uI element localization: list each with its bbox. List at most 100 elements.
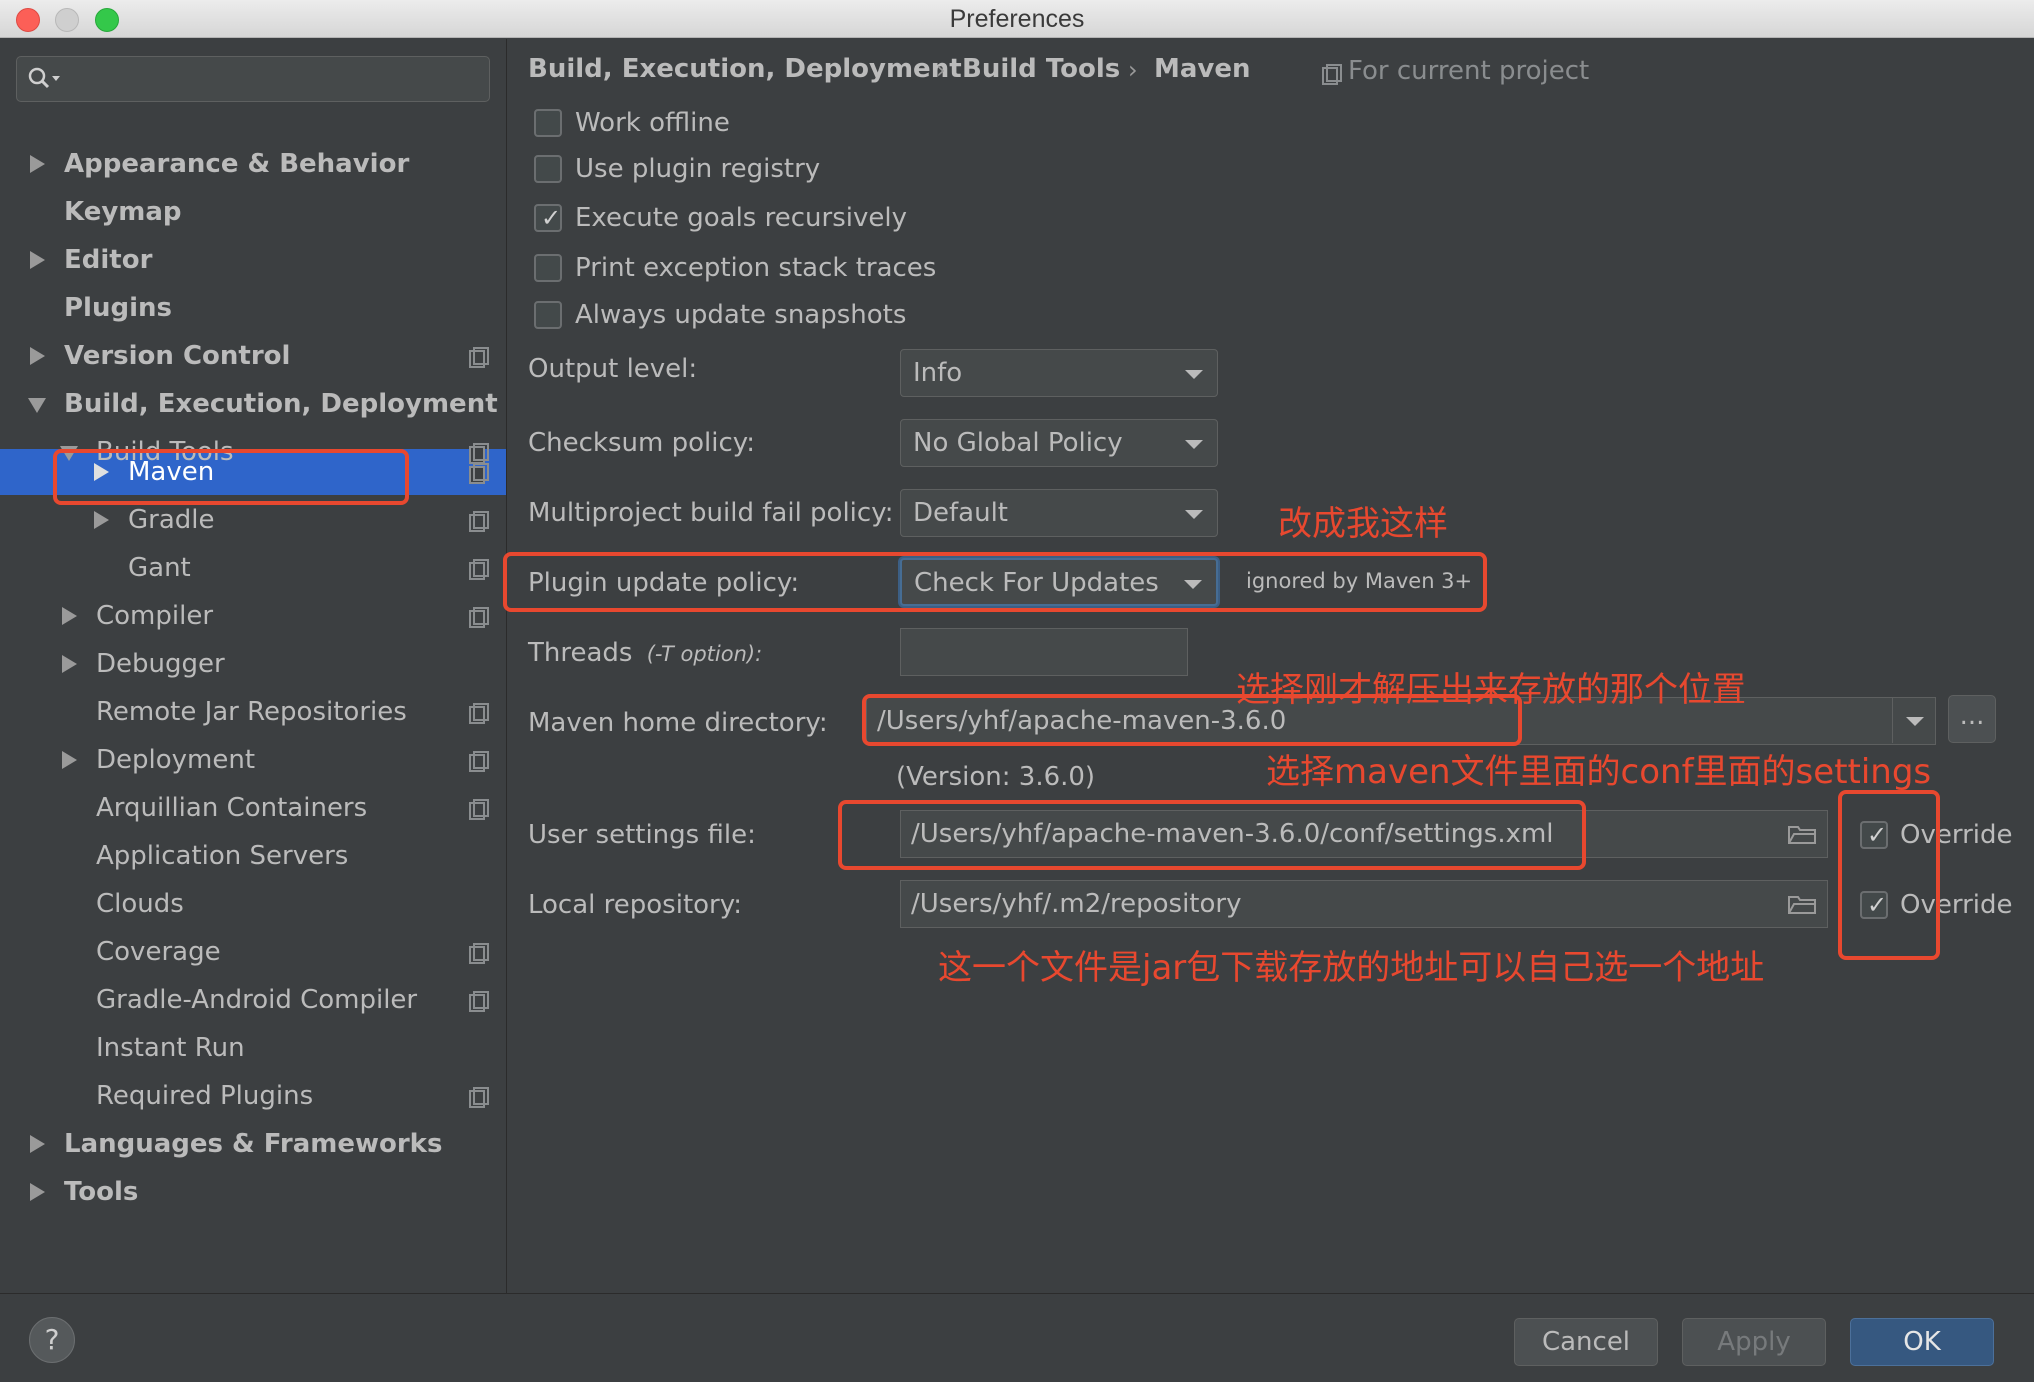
annotation-choose-unzip-location: 选择刚才解压出来存放的那个位置 xyxy=(1236,670,1746,710)
tree-item-build-execution-deployment[interactable]: Build, Execution, Deployment xyxy=(0,381,498,427)
maven-home-label: Maven home directory: xyxy=(528,708,828,738)
project-scope-icon xyxy=(469,1087,489,1108)
multiproject-fail-policy-dropdown[interactable]: Default xyxy=(900,489,1218,537)
tree-item-label: Application Servers xyxy=(96,841,349,871)
annotation-choose-settings: 选择maven文件里面的conf里面的settings xyxy=(1266,752,1932,792)
tree-item-appearance-behavior[interactable]: Appearance & Behavior xyxy=(0,141,480,187)
tree-item-gant[interactable]: Gant xyxy=(0,545,506,591)
project-scope-icon xyxy=(469,991,489,1012)
execute-goals-recursively-checkbox[interactable]: ✓ Execute goals recursively xyxy=(534,201,934,235)
multiproject-fail-policy-label: Multiproject build fail policy: xyxy=(528,498,894,528)
project-scope-icon xyxy=(469,511,489,532)
tree-item-plugins[interactable]: Plugins xyxy=(0,285,480,331)
expand-arrow-icon[interactable] xyxy=(94,511,109,529)
settings-tree: Appearance & Behavior Keymap Editor Plug… xyxy=(0,39,507,1293)
project-scope-icon xyxy=(469,703,489,724)
tree-item-compiler[interactable]: Compiler xyxy=(0,593,506,639)
tree-item-deployment[interactable]: Deployment xyxy=(0,737,506,783)
work-offline-checkbox[interactable]: Work offline xyxy=(534,106,934,140)
chevron-down-icon xyxy=(1185,440,1203,449)
tree-item-label: Tools xyxy=(64,1177,139,1207)
apply-button[interactable]: Apply xyxy=(1682,1318,1826,1366)
threads-label: Threads (-T option): xyxy=(528,638,762,668)
partially-visible-panel xyxy=(2016,39,2034,1293)
maven-home-dropdown-button[interactable] xyxy=(1892,697,1936,743)
window-title: Preferences xyxy=(949,5,1085,33)
maven-version-label: (Version: 3.6.0) xyxy=(896,762,1096,792)
tree-item-remote-jar-repositories[interactable]: Remote Jar Repositories xyxy=(0,689,506,735)
tree-item-label: Gant xyxy=(128,553,191,583)
expand-arrow-icon[interactable] xyxy=(30,1183,45,1201)
threads-label-text: Threads xyxy=(528,638,633,668)
tree-item-gradle-android-compiler[interactable]: Gradle-Android Compiler xyxy=(0,977,506,1023)
checkbox-box[interactable] xyxy=(534,155,562,183)
local-repository-input[interactable]: /Users/yhf/.m2/repository xyxy=(900,880,1828,928)
tree-item-arquillian-containers[interactable]: Arquillian Containers xyxy=(0,785,506,831)
output-level-dropdown[interactable]: Info xyxy=(900,349,1218,397)
output-level-label: Output level: xyxy=(528,354,698,384)
tree-item-label: Compiler xyxy=(96,601,214,631)
tree-item-required-plugins[interactable]: Required Plugins xyxy=(0,1073,506,1119)
use-plugin-registry-checkbox[interactable]: Use plugin registry xyxy=(534,152,934,186)
print-exception-stack-traces-checkbox[interactable]: Print exception stack traces xyxy=(534,251,984,285)
annotation-jar-location: 这一个文件是jar包下载存放的地址可以自己选一个地址 xyxy=(938,948,1765,988)
tree-item-label: Plugins xyxy=(64,293,172,323)
ok-button[interactable]: OK xyxy=(1850,1318,1994,1366)
threads-input[interactable] xyxy=(900,628,1188,676)
tree-item-application-servers[interactable]: Application Servers xyxy=(0,833,480,879)
expand-arrow-icon[interactable] xyxy=(30,1135,45,1153)
title-bar: Preferences xyxy=(0,0,2034,38)
help-button[interactable]: ? xyxy=(29,1317,75,1363)
checkbox-box[interactable]: ✓ xyxy=(534,204,562,232)
tree-item-instant-run[interactable]: Instant Run xyxy=(0,1025,480,1071)
tree-item-label: Coverage xyxy=(96,937,221,967)
maven-home-browse-button[interactable]: ... xyxy=(1948,695,1996,743)
tree-item-clouds[interactable]: Clouds xyxy=(0,881,480,927)
scope-label: For current project xyxy=(1348,56,1590,86)
tree-item-coverage[interactable]: Coverage xyxy=(0,929,506,975)
tree-item-editor[interactable]: Editor xyxy=(0,237,480,283)
project-scope-icon xyxy=(469,607,489,628)
local-repository-label: Local repository: xyxy=(528,890,742,920)
breadcrumb-item-build-tools[interactable]: Build Tools xyxy=(962,54,1120,84)
project-scope-icon xyxy=(469,751,489,772)
tree-item-version-control[interactable]: Version Control xyxy=(0,333,506,379)
expand-arrow-icon[interactable] xyxy=(30,251,45,269)
breadcrumb-item-build-execution-deployment[interactable]: Build, Execution, Deployment xyxy=(528,54,962,84)
always-update-snapshots-checkbox[interactable]: Always update snapshots xyxy=(534,298,984,332)
dropdown-value: Default xyxy=(913,498,1008,528)
expand-arrow-icon[interactable] xyxy=(30,155,45,173)
checkbox-label: Print exception stack traces xyxy=(575,253,937,283)
breadcrumb-separator: › xyxy=(1128,56,1138,84)
annotation-box-plugin-update-policy xyxy=(503,552,1487,612)
annotation-box-maven xyxy=(53,449,409,505)
dialog-button-bar: ? Cancel Apply OK xyxy=(0,1293,2034,1382)
tree-item-label: Arquillian Containers xyxy=(96,793,368,823)
expand-arrow-icon[interactable] xyxy=(30,347,45,365)
expand-arrow-icon[interactable] xyxy=(62,751,77,769)
collapse-arrow-icon[interactable] xyxy=(28,398,46,413)
folder-icon[interactable] xyxy=(1788,894,1816,914)
settings-search-input[interactable] xyxy=(16,56,490,102)
checksum-policy-dropdown[interactable]: No Global Policy xyxy=(900,419,1218,467)
chevron-down-icon xyxy=(1185,510,1203,519)
tree-item-languages-frameworks[interactable]: Languages & Frameworks xyxy=(0,1121,480,1167)
tree-item-tools[interactable]: Tools xyxy=(0,1169,480,1215)
checksum-policy-label: Checksum policy: xyxy=(528,428,756,458)
project-scope-icon xyxy=(469,943,489,964)
breadcrumb-item-maven: Maven xyxy=(1154,54,1251,84)
checkbox-label: Use plugin registry xyxy=(575,154,821,184)
checkbox-label: Always update snapshots xyxy=(575,300,907,330)
expand-arrow-icon[interactable] xyxy=(62,655,77,673)
checkbox-box[interactable] xyxy=(534,254,562,282)
expand-arrow-icon[interactable] xyxy=(62,607,77,625)
checkbox-box[interactable] xyxy=(534,301,562,329)
tree-item-label: Gradle-Android Compiler xyxy=(96,985,418,1015)
project-scope-icon xyxy=(469,347,489,368)
tree-item-debugger[interactable]: Debugger xyxy=(0,641,480,687)
checkbox-box[interactable] xyxy=(534,109,562,137)
folder-icon[interactable] xyxy=(1788,824,1816,844)
tree-item-keymap[interactable]: Keymap xyxy=(0,189,480,235)
cancel-button[interactable]: Cancel xyxy=(1514,1318,1658,1366)
tree-item-label: Required Plugins xyxy=(96,1081,314,1111)
